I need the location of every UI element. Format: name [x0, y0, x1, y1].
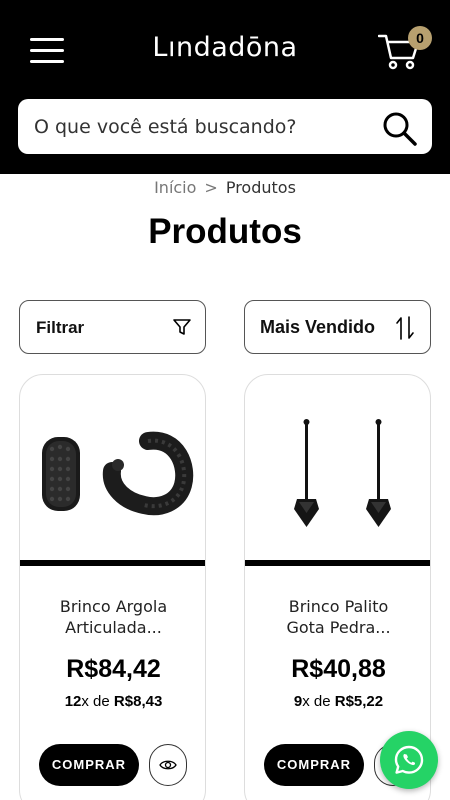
installments-of: x de: [302, 693, 335, 710]
card-divider: [245, 560, 430, 566]
breadcrumb-separator: >: [204, 178, 218, 197]
sort-arrows-icon: [396, 316, 414, 340]
product-image-hoop-earrings[interactable]: [20, 375, 206, 561]
whatsapp-icon: [394, 745, 424, 774]
product-price: R$40,88: [291, 655, 386, 683]
search-bar: [18, 99, 432, 154]
cart-button[interactable]: 0: [378, 26, 432, 72]
header: Lındadōna 0: [0, 0, 450, 174]
installment-value: R$8,43: [113, 693, 163, 710]
product-card[interactable]: Brinco Argola Articulada... R$84,42 12x …: [19, 374, 206, 800]
product-image-drop-earrings[interactable]: [245, 375, 431, 561]
search-input[interactable]: [34, 99, 374, 154]
installments-of: x de: [81, 693, 114, 710]
cart-count-badge: 0: [408, 26, 432, 50]
buy-button[interactable]: COMPRAR: [264, 744, 364, 786]
sort-label: Mais Vendido: [260, 317, 376, 337]
product-price: R$84,42: [66, 655, 161, 683]
product-name-line: Articulada...: [65, 618, 162, 637]
card-divider: [20, 560, 205, 566]
eye-icon: [159, 760, 177, 770]
quick-view-button[interactable]: [149, 744, 187, 786]
installments-count: 12: [64, 693, 82, 710]
buy-button[interactable]: COMPRAR: [39, 744, 139, 786]
page-title: Produtos: [148, 212, 302, 251]
filter-button[interactable]: Filtrar: [19, 300, 206, 354]
product-name-line: Gota Pedra...: [286, 618, 391, 637]
sort-dropdown[interactable]: Mais Vendido: [244, 300, 431, 354]
product-installments: 12x de R$8,43: [20, 693, 205, 710]
breadcrumb-current: Produtos: [225, 178, 296, 197]
product-name-line: Brinco Palito: [288, 597, 389, 616]
filter-icon: [173, 319, 191, 335]
search-icon: [383, 112, 417, 146]
search-button[interactable]: [382, 111, 418, 147]
product-installments: 9x de R$5,22: [245, 693, 430, 710]
product-name-line: Brinco Argola: [59, 597, 168, 616]
installments-count: 9: [293, 693, 303, 710]
installment-value: R$5,22: [334, 693, 384, 710]
filter-label: Filtrar: [36, 318, 85, 337]
whatsapp-button[interactable]: [380, 731, 438, 789]
product-name[interactable]: Brinco Palito Gota Pedra...: [255, 596, 422, 638]
breadcrumb: Início > Produtos: [0, 178, 450, 197]
breadcrumb-home-link[interactable]: Início: [154, 178, 196, 197]
product-name[interactable]: Brinco Argola Articulada...: [30, 596, 197, 638]
